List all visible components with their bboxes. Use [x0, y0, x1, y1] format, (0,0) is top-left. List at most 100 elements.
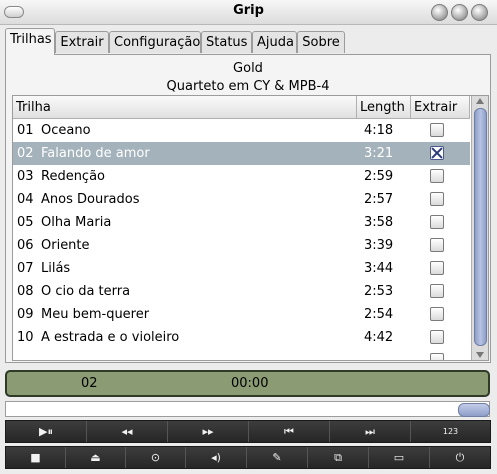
window-toggle-button[interactable]: ▭ — [369, 447, 430, 468]
extract-checkbox[interactable] — [430, 261, 444, 275]
track-row[interactable]: 03 Redenção 2:59 — [13, 165, 470, 188]
control-bar-bottom: ■ ⏏ ⊙ ◂) ✎ ⧉ ▭ ⏻ — [5, 446, 491, 469]
play-pause-button[interactable]: ▶⏸ — [6, 421, 87, 442]
track-length: 3:58 — [364, 215, 394, 230]
extract-checkbox[interactable] — [430, 169, 444, 183]
track-row[interactable]: 10 A estrada e o violeiro 4:42 — [13, 326, 470, 349]
power-icon: ⏻ — [455, 451, 465, 464]
edit-button[interactable]: ✎ — [247, 447, 308, 468]
extract-checkbox[interactable] — [430, 215, 444, 229]
extract-checkbox[interactable] — [430, 238, 444, 252]
track-length: 2:57 — [364, 192, 394, 207]
column-header-track[interactable]: Trilha — [13, 96, 357, 119]
tab-extrair[interactable]: Extrair — [55, 31, 109, 53]
window-title: Grip — [233, 3, 264, 18]
tab-status[interactable]: Status — [201, 31, 252, 53]
track-length: 2:53 — [364, 284, 394, 299]
previous-track-button[interactable]: ⏮ — [249, 421, 330, 442]
fast-forward-button[interactable]: ▸▸ — [168, 421, 249, 442]
track-row-selected[interactable]: 02 Falando de amor 3:21 — [13, 142, 470, 165]
volume-slider[interactable] — [5, 401, 490, 417]
tracks-panel: Gold Quarteto em CY & MPB-4 Trilha Lengt… — [5, 54, 491, 363]
track-length: 4:18 — [364, 123, 394, 138]
track-row[interactable]: 08 O cio da terra 2:53 — [13, 280, 470, 303]
eject-button[interactable]: ⏏ — [66, 447, 126, 468]
track-name: O cio da terra — [41, 284, 131, 299]
track-length: 4:42 — [364, 330, 394, 345]
tab-sobre[interactable]: Sobre — [297, 31, 345, 53]
extract-checkbox-checked[interactable] — [430, 146, 444, 160]
network-icon: ⧉ — [334, 451, 342, 464]
scrollbar-thumb[interactable] — [474, 108, 487, 346]
track-name: Oriente — [41, 238, 90, 253]
track-row-partial[interactable] — [13, 349, 470, 360]
extract-checkbox[interactable] — [430, 192, 444, 206]
track-name: Olha Maria — [41, 215, 112, 230]
extract-checkbox[interactable] — [430, 307, 444, 321]
extract-checkbox[interactable] — [430, 284, 444, 298]
playback-display: 02 00:00 — [5, 370, 490, 397]
track-length: 3:21 — [364, 146, 394, 161]
track-row[interactable]: 06 Oriente 3:39 — [13, 234, 470, 257]
disc-artist: Gold — [233, 61, 263, 76]
track-number: 09 — [17, 307, 34, 322]
power-button[interactable]: ⏻ — [430, 447, 490, 468]
extract-checkbox[interactable] — [430, 353, 444, 360]
stop-icon: ■ — [30, 451, 41, 464]
track-order-button[interactable]: 123 — [411, 421, 490, 442]
window-icon: ▭ — [393, 451, 405, 464]
track-number: 06 — [17, 238, 34, 253]
track-number: 01 — [17, 123, 34, 138]
column-header-extract[interactable]: Extrair — [411, 96, 470, 119]
track-list-scrollbar[interactable] — [471, 96, 488, 360]
track-number: 08 — [17, 284, 34, 299]
control-bar-top: ▶⏸ ◂◂ ▸▸ ⏮ ⏭ 123 — [5, 420, 491, 443]
network-button[interactable]: ⧉ — [308, 447, 369, 468]
track-name: Falando de amor — [41, 146, 150, 161]
tab-ajuda[interactable]: Ajuda — [252, 31, 297, 53]
track-row[interactable]: 07 Lilás 3:44 — [13, 257, 470, 280]
next-track-button[interactable]: ⏭ — [330, 421, 411, 442]
track-row[interactable]: 09 Meu bem-querer 2:54 — [13, 303, 470, 326]
track-name: Oceano — [41, 123, 91, 138]
track-length: 3:44 — [364, 261, 394, 276]
stop-button[interactable]: ■ — [6, 447, 66, 468]
column-header-length[interactable]: Length — [357, 96, 411, 119]
track-row[interactable]: 05 Olha Maria 3:58 — [13, 211, 470, 234]
slider-knob[interactable] — [458, 403, 490, 417]
track-name: Meu bem-querer — [41, 307, 150, 322]
next-track-icon: ⏭ — [365, 425, 375, 438]
disc-title: Quarteto em CY & MPB-4 — [166, 79, 330, 94]
rewind-icon: ◂◂ — [121, 425, 133, 438]
track-number: 02 — [17, 146, 34, 161]
fast-forward-icon: ▸▸ — [202, 425, 214, 438]
track-number: 05 — [17, 215, 34, 230]
extract-checkbox[interactable] — [430, 123, 444, 137]
close-button[interactable] — [471, 4, 488, 21]
extract-checkbox[interactable] — [430, 330, 444, 344]
track-number: 07 — [17, 261, 34, 276]
track-name: Anos Dourados — [41, 192, 140, 207]
play-pause-icon: ▶⏸ — [39, 425, 53, 438]
edit-icon: ✎ — [272, 451, 282, 464]
rewind-button[interactable]: ◂◂ — [87, 421, 168, 442]
track-name: A estrada e o violeiro — [41, 330, 180, 345]
title-bar[interactable]: Grip — [0, 0, 497, 25]
track-row[interactable]: 01 Oceano 4:18 — [13, 119, 470, 142]
tab-trilhas[interactable]: Trilhas — [5, 28, 55, 55]
maximize-button[interactable] — [451, 4, 468, 21]
volume-button[interactable]: ◂) — [186, 447, 247, 468]
track-name: Lilás — [41, 261, 71, 276]
current-track-number: 02 — [81, 376, 98, 391]
track-row[interactable]: 04 Anos Dourados 2:57 — [13, 188, 470, 211]
track-list[interactable]: Trilha Length Extrair 01 Oceano 4:18 02 … — [12, 95, 489, 361]
track-length: 2:59 — [364, 169, 394, 184]
volume-icon: ◂) — [211, 451, 221, 464]
minimize-button[interactable] — [431, 4, 448, 21]
previous-track-icon: ⏮ — [284, 425, 294, 438]
tab-configuracao[interactable]: Configuração — [109, 31, 201, 53]
track-length: 2:54 — [364, 307, 394, 322]
scroll-down-icon[interactable] — [476, 352, 484, 358]
disc-button[interactable]: ⊙ — [126, 447, 186, 468]
scroll-up-icon[interactable] — [476, 98, 484, 104]
